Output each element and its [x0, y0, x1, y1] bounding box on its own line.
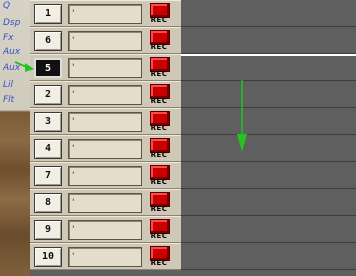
track-name-field[interactable]: '	[68, 220, 142, 240]
record-label: REC	[150, 151, 168, 159]
side-label-flt[interactable]: Flt	[3, 95, 29, 105]
track-name-field[interactable]: '	[68, 193, 142, 213]
track-lane[interactable]	[181, 0, 356, 27]
track-number-button[interactable]: 5	[34, 58, 62, 78]
track-row[interactable]: 1 ' REC	[30, 0, 356, 27]
green-down-arrow-icon	[237, 80, 247, 152]
track-number-button[interactable]: 4	[34, 139, 62, 159]
record-button[interactable]: REC	[148, 83, 170, 107]
track-lane[interactable]	[181, 108, 356, 135]
record-button[interactable]: REC	[148, 218, 170, 242]
track-row[interactable]: 4 ' REC	[30, 135, 356, 162]
track-header: 9 ' REC	[30, 216, 181, 243]
track-lane[interactable]	[181, 81, 356, 108]
track-lane[interactable]	[181, 189, 356, 216]
record-label: REC	[150, 124, 168, 132]
side-label-aux-1[interactable]: Aux	[3, 47, 29, 57]
track-name-field[interactable]: '	[68, 31, 142, 51]
track-row[interactable]: 2 ' REC	[30, 81, 356, 108]
track-number-button[interactable]: 3	[34, 112, 62, 132]
track-row[interactable]: 6 ' REC	[30, 27, 356, 54]
track-name-field[interactable]: '	[68, 166, 142, 186]
record-label: REC	[150, 205, 168, 213]
record-label: REC	[150, 232, 168, 240]
track-name-field[interactable]: '	[68, 139, 142, 159]
track-name-field[interactable]: '	[68, 85, 142, 105]
track-header: 6 ' REC	[30, 27, 181, 54]
track-header: 2 ' REC	[30, 81, 181, 108]
track-name-field[interactable]: '	[68, 58, 142, 78]
track-header: 7 ' REC	[30, 162, 181, 189]
track-header: 1 ' REC	[30, 0, 181, 27]
track-row[interactable]: 5 ' REC	[30, 54, 356, 81]
side-label-fx[interactable]: Fx	[3, 33, 29, 43]
track-header: 3 ' REC	[30, 108, 181, 135]
track-lane[interactable]	[181, 162, 356, 189]
record-label: REC	[150, 178, 168, 186]
record-label: REC	[150, 70, 168, 78]
track-header: 10 ' REC	[30, 243, 181, 270]
track-row[interactable]: 8 ' REC	[30, 189, 356, 216]
record-button[interactable]: REC	[148, 2, 170, 26]
track-name-field[interactable]: '	[68, 247, 142, 267]
track-name-field[interactable]: '	[68, 4, 142, 24]
track-lane[interactable]	[181, 54, 356, 81]
track-number-button[interactable]: 6	[34, 31, 62, 51]
green-right-arrow-icon	[14, 61, 34, 72]
side-label-dsp[interactable]: Dsp	[3, 18, 29, 28]
record-button[interactable]: REC	[148, 56, 170, 80]
track-number-button[interactable]: 9	[34, 220, 62, 240]
side-label-lil[interactable]: Lil	[3, 80, 29, 90]
track-header: 4 ' REC	[30, 135, 181, 162]
track-lane[interactable]	[181, 216, 356, 243]
track-name-field[interactable]: '	[68, 112, 142, 132]
track-row[interactable]: 10 ' REC	[30, 243, 356, 270]
record-button[interactable]: REC	[148, 110, 170, 134]
record-button[interactable]: REC	[148, 245, 170, 269]
record-button[interactable]: REC	[148, 191, 170, 215]
record-button[interactable]: REC	[148, 137, 170, 161]
track-lane[interactable]	[181, 243, 356, 270]
track-editor: Q Dsp Fx Aux Aux Lil Flt 1 ' REC 6 ' REC 5 ' REC…	[0, 0, 356, 276]
track-lane[interactable]	[181, 27, 356, 54]
track-row[interactable]: 9 ' REC	[30, 216, 356, 243]
record-label: REC	[150, 97, 168, 105]
record-button[interactable]: REC	[148, 29, 170, 53]
track-number-button[interactable]: 2	[34, 85, 62, 105]
track-row[interactable]: 7 ' REC	[30, 162, 356, 189]
record-label: REC	[150, 43, 168, 51]
track-number-button[interactable]: 1	[34, 4, 62, 24]
record-label: REC	[150, 259, 168, 267]
track-header: 8 ' REC	[30, 189, 181, 216]
track-lane[interactable]	[181, 135, 356, 162]
side-panel: Q Dsp Fx Aux Aux Lil Flt	[0, 0, 30, 276]
record-button[interactable]: REC	[148, 164, 170, 188]
track-number-button[interactable]: 8	[34, 193, 62, 213]
track-header: 5 ' REC	[30, 54, 181, 81]
record-label: REC	[150, 16, 168, 24]
track-number-button[interactable]: 7	[34, 166, 62, 186]
side-label-q[interactable]: Q	[3, 1, 29, 11]
track-number-button[interactable]: 10	[34, 247, 62, 267]
track-row[interactable]: 3 ' REC	[30, 108, 356, 135]
